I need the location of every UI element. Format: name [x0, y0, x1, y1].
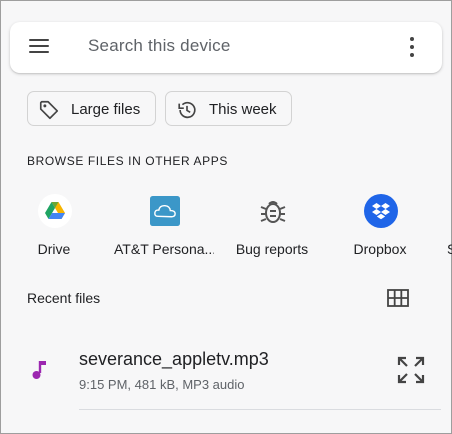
app-label: Bug reports — [235, 241, 309, 257]
dropbox-icon — [364, 194, 398, 228]
app-label: AT&T Persona... — [114, 241, 214, 257]
app-label-partial: S — [447, 241, 452, 257]
chip-label: Large files — [71, 101, 141, 118]
file-row[interactable]: severance_appletv.mp3 9:15 PM, 481 kB, M… — [1, 337, 452, 411]
search-input[interactable]: Search this device — [88, 36, 231, 56]
app-att-personal-cloud[interactable]: AT&T Persona... — [114, 192, 214, 262]
bug-icon — [260, 201, 286, 223]
tag-icon — [39, 100, 59, 120]
chip-large-files[interactable]: Large files — [27, 91, 156, 126]
grid-view-icon[interactable] — [387, 289, 409, 307]
file-name: severance_appletv.mp3 — [79, 349, 269, 369]
browse-section-header: BROWSE FILES IN OTHER APPS — [27, 154, 228, 168]
app-label: Drive — [37, 241, 71, 257]
recent-files-heading: Recent files — [27, 290, 101, 306]
app-dropbox[interactable]: Dropbox — [330, 192, 430, 262]
music-note-icon — [32, 361, 46, 379]
att-cloud-icon — [150, 196, 180, 226]
expand-icon[interactable] — [396, 355, 426, 385]
divider — [79, 409, 441, 410]
history-icon — [178, 101, 196, 119]
menu-icon[interactable] — [29, 38, 51, 56]
chip-this-week[interactable]: This week — [165, 91, 292, 126]
chip-label: This week — [209, 101, 277, 118]
app-screen: Search this device Large files This week… — [0, 0, 452, 434]
file-meta: 9:15 PM, 481 kB, MP3 audio — [79, 377, 245, 392]
google-drive-icon — [38, 194, 72, 228]
app-drive[interactable]: Drive — [4, 192, 104, 262]
app-label: Dropbox — [353, 241, 407, 257]
more-vert-icon[interactable] — [407, 37, 417, 59]
search-bar[interactable]: Search this device — [10, 22, 442, 73]
app-bug-reports[interactable]: Bug reports — [222, 192, 322, 262]
